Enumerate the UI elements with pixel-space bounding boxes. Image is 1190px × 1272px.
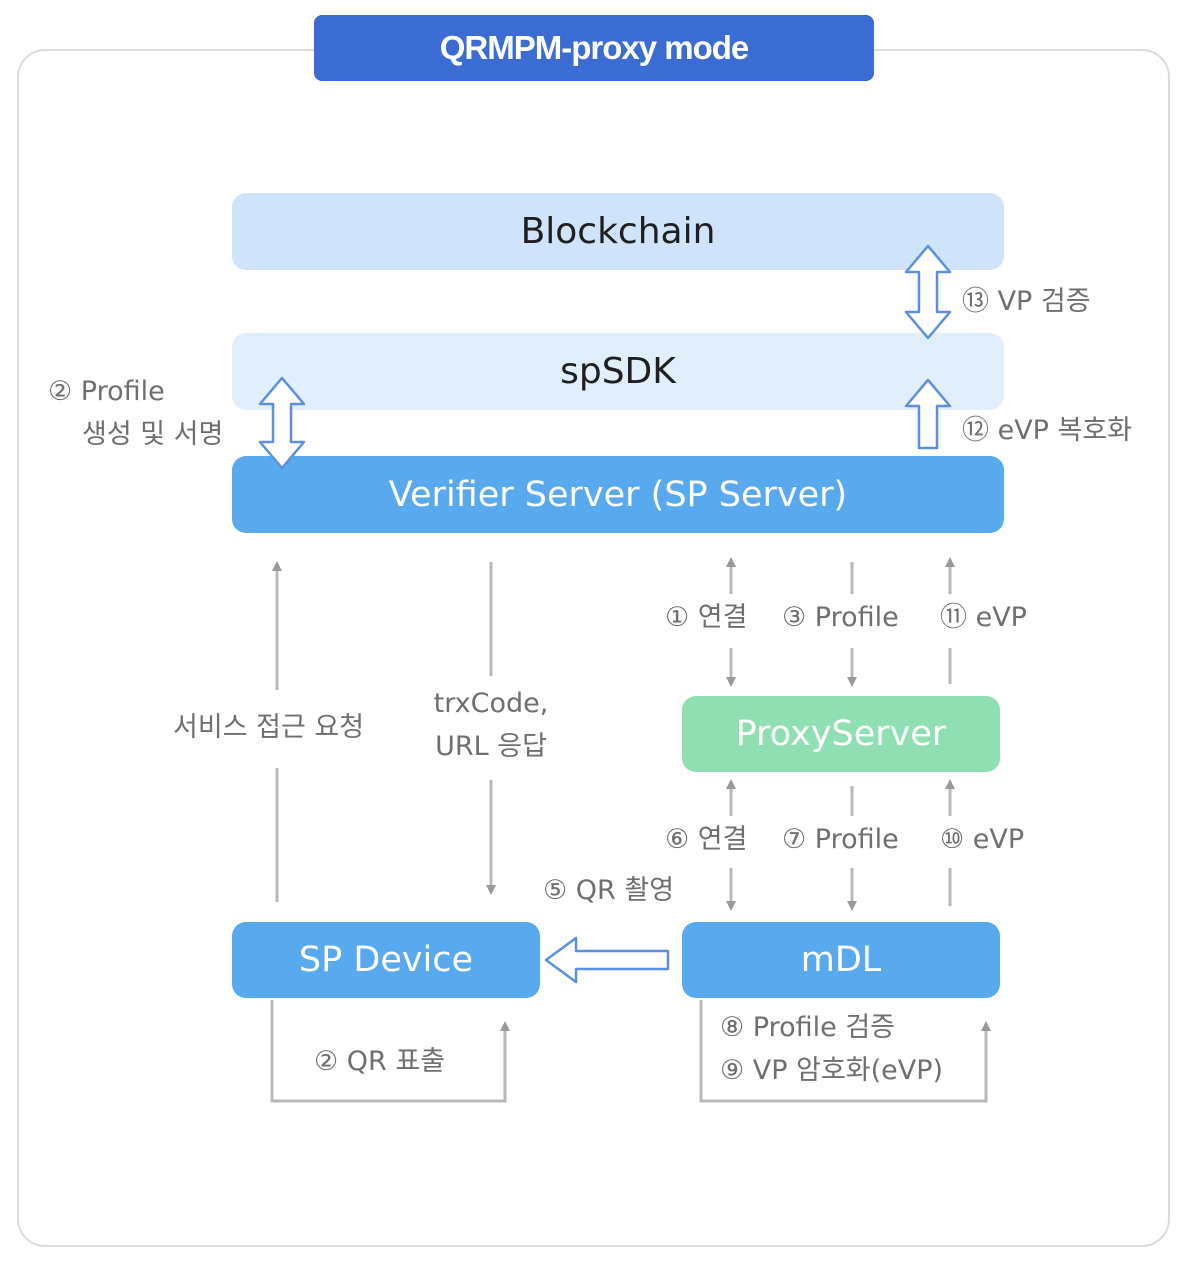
vp-encrypt-label: ⑨ VP 암호화(eVP) xyxy=(720,1055,944,1086)
profile-sign-double-arrow xyxy=(258,376,306,470)
profile-sign-label-1: ② Profile xyxy=(48,376,165,407)
profile-3-label: ③ Profile xyxy=(782,602,899,633)
connector-arrows xyxy=(258,244,991,1103)
evp-decrypt-up-arrow xyxy=(904,378,952,450)
qr-display-label: ② QR 표출 xyxy=(314,1046,446,1077)
profile-sign-label-2: 생성 및 서명 xyxy=(82,419,224,450)
connect-6-label: ⑥ 연결 xyxy=(665,824,748,855)
profile-verify-label: ⑧ Profile 검증 xyxy=(720,1012,896,1043)
profile-7-label: ⑦ Profile xyxy=(782,824,899,855)
vp-verify-label: ⑬ VP 검증 xyxy=(962,286,1091,317)
trx-response-label-2: URL 응답 xyxy=(435,731,547,762)
evp-decrypt-label: ⑫ eVP 복호화 xyxy=(962,415,1133,446)
connect-1-label: ① 연결 xyxy=(665,602,748,633)
evp-11-label: ⑪ eVP xyxy=(940,602,1027,633)
trx-response-label-1: trxCode, xyxy=(433,688,549,719)
vp-verify-double-arrow xyxy=(904,244,952,340)
service-request-label: 서비스 접근 요청 xyxy=(173,712,365,743)
qr-scan-left-arrow xyxy=(544,936,670,984)
evp-10-label: ⑩ eVP xyxy=(940,824,1025,855)
qr-scan-label: ⑤ QR 촬영 xyxy=(543,875,675,906)
